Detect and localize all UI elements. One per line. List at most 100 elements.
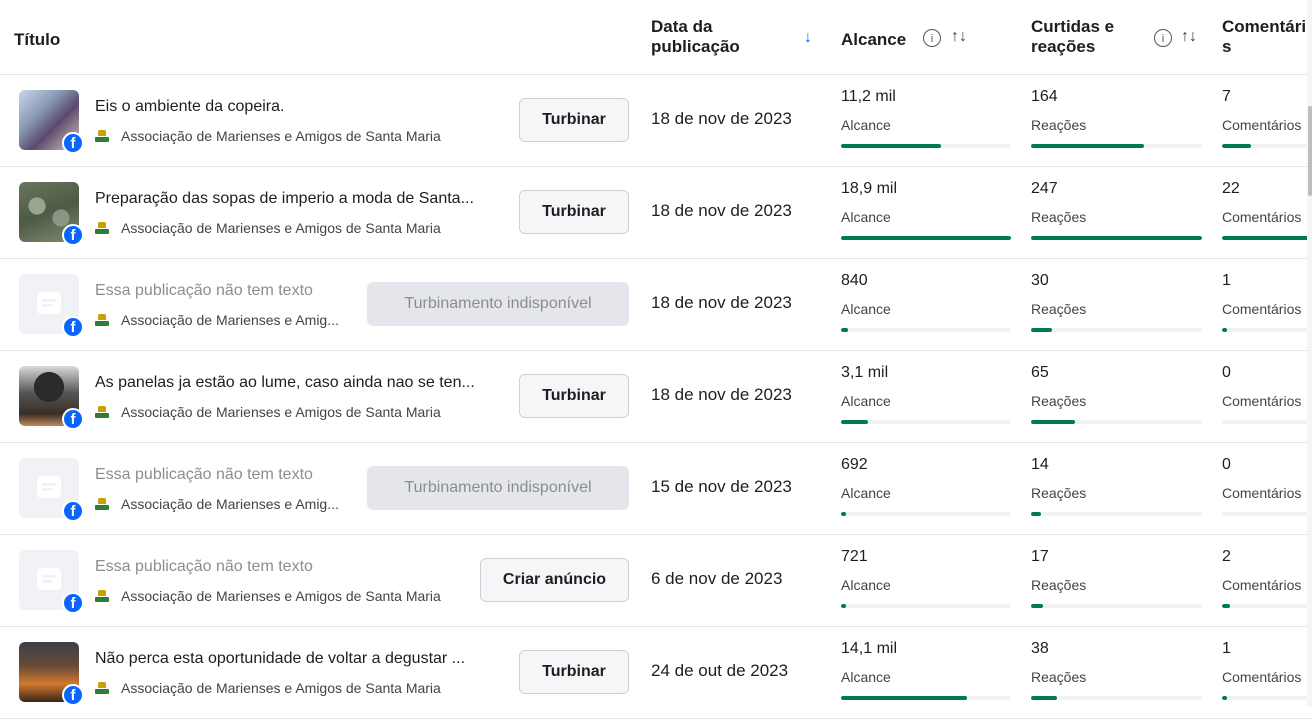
- boost-button[interactable]: Turbinar: [519, 190, 629, 234]
- comments-value: 22: [1222, 180, 1240, 197]
- reactions-progress-fill: [1031, 604, 1043, 608]
- reactions-progress-fill: [1031, 236, 1202, 240]
- reactions-progress-bar: [1031, 328, 1202, 332]
- reach-progress-bar: [841, 512, 1011, 516]
- page-avatar-icon: [95, 497, 109, 511]
- boost-unavailable-button[interactable]: Turbinamento indisponível: [367, 466, 629, 510]
- sort-toggle-icon[interactable]: ↑↓: [951, 28, 967, 46]
- column-date[interactable]: Data da publicação: [651, 17, 740, 57]
- publication-date: 18 de nov de 2023: [651, 293, 792, 312]
- reach-progress-fill: [841, 144, 941, 148]
- reactions-value: 65: [1031, 364, 1049, 381]
- reach-label: Alcance: [841, 669, 891, 685]
- comments-label: Comentários: [1222, 485, 1302, 501]
- publication-date: 15 de nov de 2023: [651, 477, 792, 496]
- table-row[interactable]: f Essa publicação não tem texto Associação…: [0, 442, 1312, 535]
- scroll-thumb[interactable]: [1308, 106, 1312, 196]
- page-avatar-icon: [95, 405, 109, 419]
- create-ad-button[interactable]: Criar anúncio: [480, 558, 629, 602]
- post-title[interactable]: Eis o ambiente da copeira.: [95, 98, 284, 116]
- facebook-icon: f: [62, 684, 84, 706]
- reactions-progress-bar: [1031, 144, 1202, 148]
- reach-progress-bar: [841, 236, 1011, 240]
- info-icon[interactable]: i: [923, 29, 941, 47]
- reach-value: 721: [841, 548, 868, 565]
- page-avatar-icon: [95, 221, 109, 235]
- table-header: Título Data da publicação ↓ Alcance i ↑↓…: [0, 0, 1312, 75]
- reach-label: Alcance: [841, 577, 891, 593]
- reactions-value: 38: [1031, 640, 1049, 657]
- column-comments[interactable]: Comentári s: [1222, 17, 1312, 57]
- reach-progress-bar: [841, 604, 1011, 608]
- post-title[interactable]: Essa publicação não tem texto: [95, 282, 313, 300]
- comments-label: Comentários: [1222, 117, 1302, 133]
- reactions-label: Reações: [1031, 577, 1087, 593]
- reach-progress-bar: [841, 420, 1011, 424]
- boost-unavailable-button[interactable]: Turbinamento indisponível: [367, 282, 629, 326]
- post-title[interactable]: As panelas ja estão ao lume, caso ainda …: [95, 374, 475, 392]
- table-row[interactable]: f Preparação das sopas de imperio a moda …: [0, 166, 1312, 259]
- reactions-label: Reações: [1031, 117, 1087, 133]
- publication-date: 18 de nov de 2023: [651, 109, 792, 128]
- table-row[interactable]: f Essa publicação não tem texto Associação…: [0, 534, 1312, 627]
- facebook-icon: f: [62, 224, 84, 246]
- boost-button[interactable]: Turbinar: [519, 374, 629, 418]
- comments-progress-bar: [1222, 328, 1312, 332]
- reactions-progress-fill: [1031, 512, 1041, 516]
- document-icon: [37, 292, 61, 314]
- scrollbar[interactable]: [1307, 0, 1312, 707]
- table-row[interactable]: f As panelas ja estão ao lume, caso ainda…: [0, 350, 1312, 443]
- document-icon: [37, 476, 61, 498]
- sort-toggle-icon[interactable]: ↑↓: [1181, 28, 1197, 46]
- column-reactions[interactable]: Curtidas e reações: [1031, 17, 1114, 57]
- reach-progress-bar: [841, 144, 1011, 148]
- reach-value: 840: [841, 272, 868, 289]
- column-reactions-line2: reações: [1031, 37, 1096, 56]
- page-name-text: Associação de Marienses e Amigos de Sant…: [121, 588, 441, 604]
- reach-label: Alcance: [841, 117, 891, 133]
- column-date-line2: publicação: [651, 37, 740, 56]
- comments-label: Comentários: [1222, 393, 1302, 409]
- reactions-progress-bar: [1031, 604, 1202, 608]
- comments-progress-fill: [1222, 144, 1251, 148]
- boost-button[interactable]: Turbinar: [519, 98, 629, 142]
- reactions-value: 17: [1031, 548, 1049, 565]
- post-title[interactable]: Não perca esta oportunidade de voltar a …: [95, 650, 465, 668]
- reactions-progress-bar: [1031, 512, 1202, 516]
- comments-progress-fill: [1222, 236, 1312, 240]
- comments-value: 1: [1222, 272, 1231, 289]
- publication-date: 18 de nov de 2023: [651, 385, 792, 404]
- reach-label: Alcance: [841, 301, 891, 317]
- table-row[interactable]: f Eis o ambiente da copeira. Associação de…: [0, 74, 1312, 167]
- sort-down-arrow-icon[interactable]: ↓: [804, 29, 812, 47]
- column-reach[interactable]: Alcance: [841, 30, 906, 50]
- page-name: Associação de Marienses e Amigos de Sant…: [95, 588, 441, 604]
- reactions-label: Reações: [1031, 301, 1087, 317]
- reach-progress-fill: [841, 420, 868, 424]
- comments-progress-bar: [1222, 420, 1312, 424]
- reactions-label: Reações: [1031, 209, 1087, 225]
- reactions-progress-fill: [1031, 696, 1057, 700]
- post-title[interactable]: Preparação das sopas de imperio a moda d…: [95, 190, 474, 208]
- page-name: Associação de Marienses e Amigos de Sant…: [95, 128, 441, 144]
- comments-label: Comentários: [1222, 209, 1302, 225]
- reach-progress-fill: [841, 604, 846, 608]
- reach-progress-bar: [841, 696, 1011, 700]
- post-title[interactable]: Essa publicação não tem texto: [95, 558, 313, 576]
- reach-progress-fill: [841, 236, 1011, 240]
- boost-button[interactable]: Turbinar: [519, 650, 629, 694]
- facebook-icon: f: [62, 316, 84, 338]
- page-avatar-icon: [95, 313, 109, 327]
- reactions-progress-bar: [1031, 420, 1202, 424]
- post-title[interactable]: Essa publicação não tem texto: [95, 466, 313, 484]
- column-comments-line1: Comentári: [1222, 17, 1307, 36]
- info-icon[interactable]: i: [1154, 29, 1172, 47]
- column-title[interactable]: Título: [14, 30, 60, 50]
- reactions-progress-fill: [1031, 328, 1052, 332]
- comments-progress-bar: [1222, 512, 1312, 516]
- table-row[interactable]: f Não perca esta oportunidade de voltar a…: [0, 626, 1312, 719]
- table-row[interactable]: f Essa publicação não tem texto Associação…: [0, 258, 1312, 351]
- comments-progress-bar: [1222, 696, 1312, 700]
- comments-progress-fill: [1222, 604, 1230, 608]
- reactions-value: 30: [1031, 272, 1049, 289]
